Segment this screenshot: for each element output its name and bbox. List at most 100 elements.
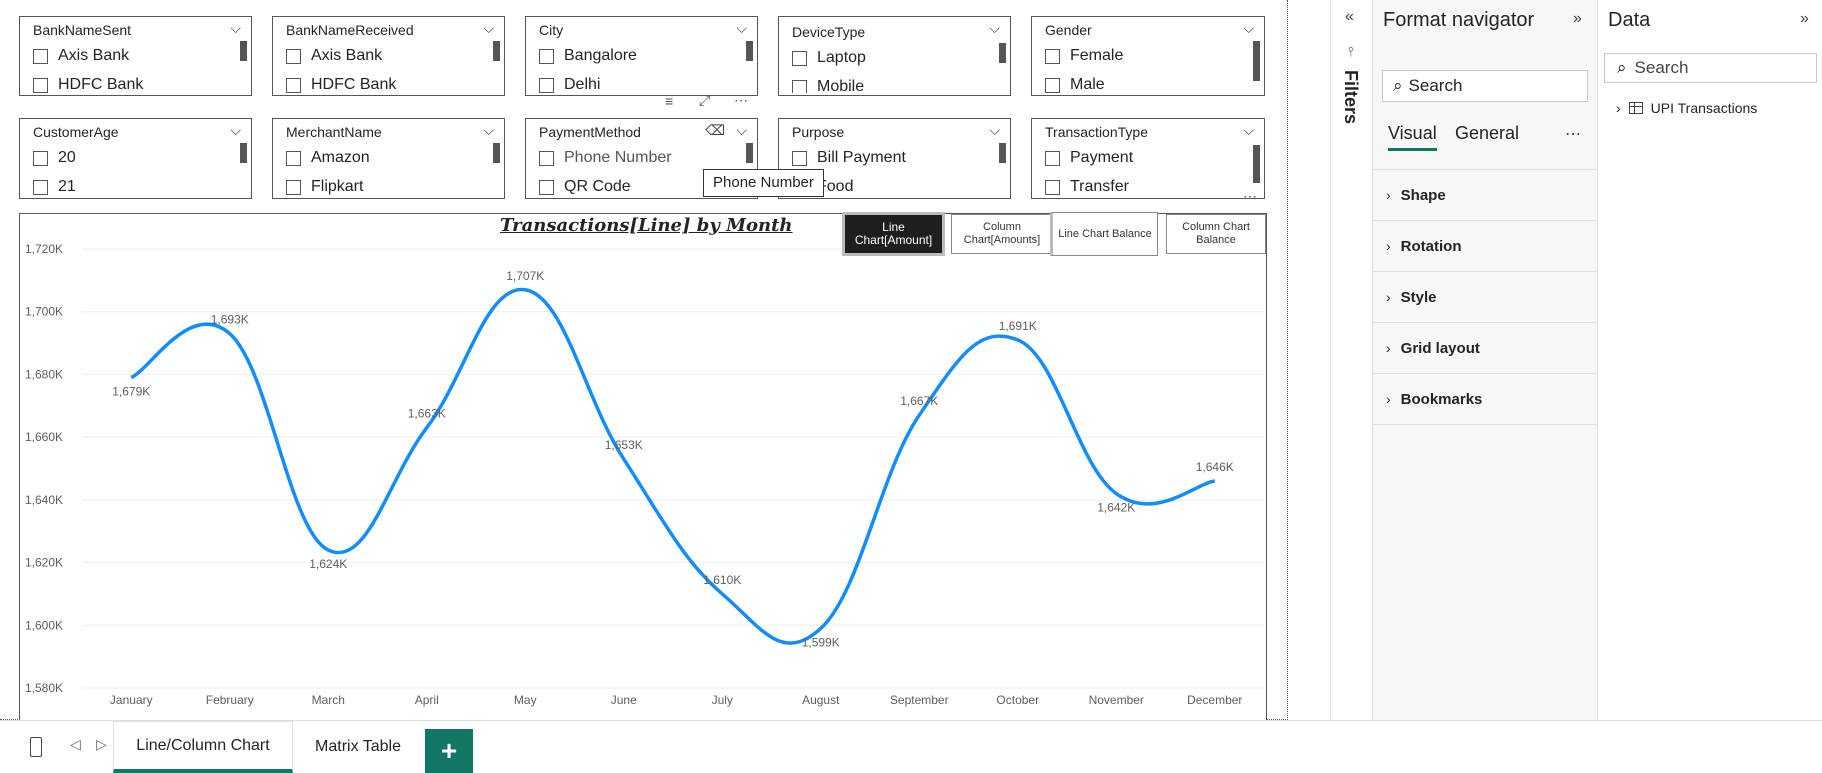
slicer-option[interactable]: Amazon <box>286 149 370 167</box>
checkbox[interactable] <box>33 150 48 166</box>
scrollbar[interactable] <box>999 143 1006 163</box>
checkbox[interactable] <box>1045 150 1060 166</box>
slicer-transaction-type[interactable]: TransactionType Payment Transfer ⌵ <box>1031 118 1265 199</box>
next-page-icon[interactable]: ▷ <box>96 736 107 753</box>
section-grid-layout[interactable]: › Grid layout <box>1373 323 1597 374</box>
column-chart-amounts-button[interactable]: Column Chart[Amounts] <box>951 214 1053 254</box>
slicer-option[interactable]: HDFC Bank <box>286 76 396 93</box>
slicer-option[interactable]: Phone Number <box>539 149 672 167</box>
chevron-down-icon[interactable]: ⌵ <box>483 122 494 139</box>
slicer-option[interactable]: Male <box>1045 76 1105 93</box>
tab-line-column-chart[interactable]: Line/Column Chart <box>113 721 293 773</box>
slicer-city[interactable]: City Bangalore Delhi ⌵ <box>525 16 758 96</box>
filter-icon[interactable]: ≡ <box>665 93 673 109</box>
slicer-option[interactable]: Transfer <box>1045 178 1129 196</box>
checkbox[interactable] <box>33 179 48 195</box>
chevron-down-icon[interactable]: ⌵ <box>989 20 1000 37</box>
chevron-down-icon[interactable]: ⌵ <box>736 20 747 37</box>
section-style[interactable]: › Style <box>1373 272 1597 323</box>
search-field[interactable]: ⌕ Search <box>1382 70 1588 102</box>
section-rotation[interactable]: › Rotation <box>1373 221 1597 272</box>
slicer-option[interactable]: Mobile <box>792 78 864 93</box>
slicer-option[interactable]: 21 <box>33 178 76 196</box>
line-chart-visual[interactable]: 1,720K 1,700K 1,680K 1,660K 1,640K 1,620K 1,60… <box>19 212 1267 723</box>
checkbox[interactable] <box>33 77 48 93</box>
checkbox[interactable] <box>33 48 48 64</box>
section-bookmarks[interactable]: › Bookmarks <box>1373 374 1597 425</box>
checkbox[interactable] <box>792 150 807 166</box>
slicer-merchant-name[interactable]: MerchantName Amazon Flipkart ⌵ <box>272 118 505 199</box>
checkbox[interactable] <box>539 179 554 195</box>
slicer-option[interactable]: Bangalore <box>539 47 637 65</box>
add-page-button[interactable]: + <box>425 729 473 773</box>
slicer-option[interactable]: QR Code <box>539 178 631 196</box>
more-options-icon[interactable]: ⋯ <box>734 92 748 109</box>
tab-general[interactable]: General <box>1455 123 1519 144</box>
line-chart-amount-button[interactable]: Line Chart[Amount] <box>842 212 945 256</box>
scrollbar[interactable] <box>746 143 753 163</box>
chevron-down-icon[interactable]: ⌵ <box>230 20 241 37</box>
tab-visual[interactable]: Visual <box>1388 123 1437 151</box>
collapse-chevron-icon[interactable]: » <box>1800 10 1809 28</box>
checkbox[interactable] <box>1045 77 1060 93</box>
checkbox[interactable] <box>286 77 301 93</box>
slicer-option[interactable]: Bill Payment <box>792 149 906 167</box>
slicer-option[interactable]: Laptop <box>792 49 866 67</box>
scrollbar[interactable] <box>746 41 753 61</box>
chevron-down-icon[interactable]: ⌵ <box>1243 122 1254 139</box>
search-field[interactable]: ⌕ Search <box>1604 53 1817 83</box>
checkbox[interactable] <box>1045 179 1060 195</box>
scrollbar[interactable] <box>240 41 247 61</box>
scrollbar[interactable] <box>1253 145 1260 183</box>
checkbox[interactable] <box>1045 48 1060 64</box>
chevron-down-icon[interactable]: ⌵ <box>1243 20 1254 37</box>
scrollbar[interactable] <box>493 41 500 61</box>
scrollbar[interactable] <box>493 143 500 163</box>
filters-label[interactable]: Filters <box>1340 70 1361 124</box>
scrollbar[interactable] <box>1253 41 1260 81</box>
column-chart-balance-button[interactable]: Column Chart Balance <box>1166 214 1266 254</box>
checkbox[interactable] <box>286 150 301 166</box>
tab-matrix-table[interactable]: Matrix Table <box>293 721 423 773</box>
chevron-right-icon[interactable]: › <box>1616 100 1621 116</box>
chevron-down-icon[interactable]: ⌵ <box>230 122 241 139</box>
checkbox[interactable] <box>286 48 301 64</box>
mobile-layout-icon[interactable] <box>30 737 42 757</box>
checkbox[interactable] <box>792 79 807 93</box>
checkbox[interactable] <box>792 50 807 66</box>
checkbox[interactable] <box>286 179 301 195</box>
eraser-icon[interactable]: ⌫ <box>705 122 725 139</box>
more-options-icon[interactable]: ⋯ <box>1243 188 1257 205</box>
series-line[interactable] <box>130 287 1216 645</box>
checkbox[interactable] <box>539 48 554 64</box>
focus-mode-icon[interactable]: ⤢ <box>699 92 710 109</box>
slicer-option[interactable]: Female <box>1045 47 1123 65</box>
previous-page-icon[interactable]: ◁ <box>70 736 81 753</box>
checkbox[interactable] <box>539 150 554 166</box>
slicer-customer-age[interactable]: CustomerAge 20 21 ⌵ <box>19 118 252 199</box>
chevron-down-icon[interactable]: ⌵ <box>989 122 1000 139</box>
collapse-chevron-icon[interactable]: » <box>1573 10 1582 28</box>
slicer-option[interactable]: HDFC Bank <box>33 76 143 93</box>
slicer-bank-name-received[interactable]: BankNameReceived Axis Bank HDFC Bank ⌵ <box>272 16 505 96</box>
slicer-option[interactable]: Flipkart <box>286 178 363 196</box>
chevron-down-icon[interactable]: ⌵ <box>483 20 494 37</box>
filters-pane-collapsed[interactable]: « ⫯ Filters <box>1330 0 1372 730</box>
more-options-icon[interactable]: ⋯ <box>1565 124 1581 144</box>
line-chart-balance-button[interactable]: Line Chart Balance <box>1050 212 1158 256</box>
scrollbar[interactable] <box>240 143 247 163</box>
slicer-gender[interactable]: Gender Female Male ⌵ <box>1031 16 1265 96</box>
slicer-bank-name-sent[interactable]: BankNameSent Axis Bank HDFC Bank ⌵ <box>19 16 252 96</box>
slicer-option[interactable]: Delhi <box>539 76 600 93</box>
table-item-upi-transactions[interactable]: › UPI Transactions <box>1616 100 1757 116</box>
expand-chevron-icon[interactable]: « <box>1345 8 1354 26</box>
slicer-option[interactable]: Axis Bank <box>33 47 129 65</box>
slicer-option[interactable]: Payment <box>1045 149 1133 167</box>
scrollbar[interactable] <box>999 43 1006 63</box>
slicer-option[interactable]: 20 <box>33 149 76 167</box>
section-shape[interactable]: › Shape <box>1373 170 1597 221</box>
slicer-device-type[interactable]: DeviceType Laptop Mobile ⌵ <box>778 16 1011 96</box>
slicer-option[interactable]: Axis Bank <box>286 47 382 65</box>
chevron-down-icon[interactable]: ⌵ <box>736 122 747 139</box>
checkbox[interactable] <box>539 77 554 93</box>
